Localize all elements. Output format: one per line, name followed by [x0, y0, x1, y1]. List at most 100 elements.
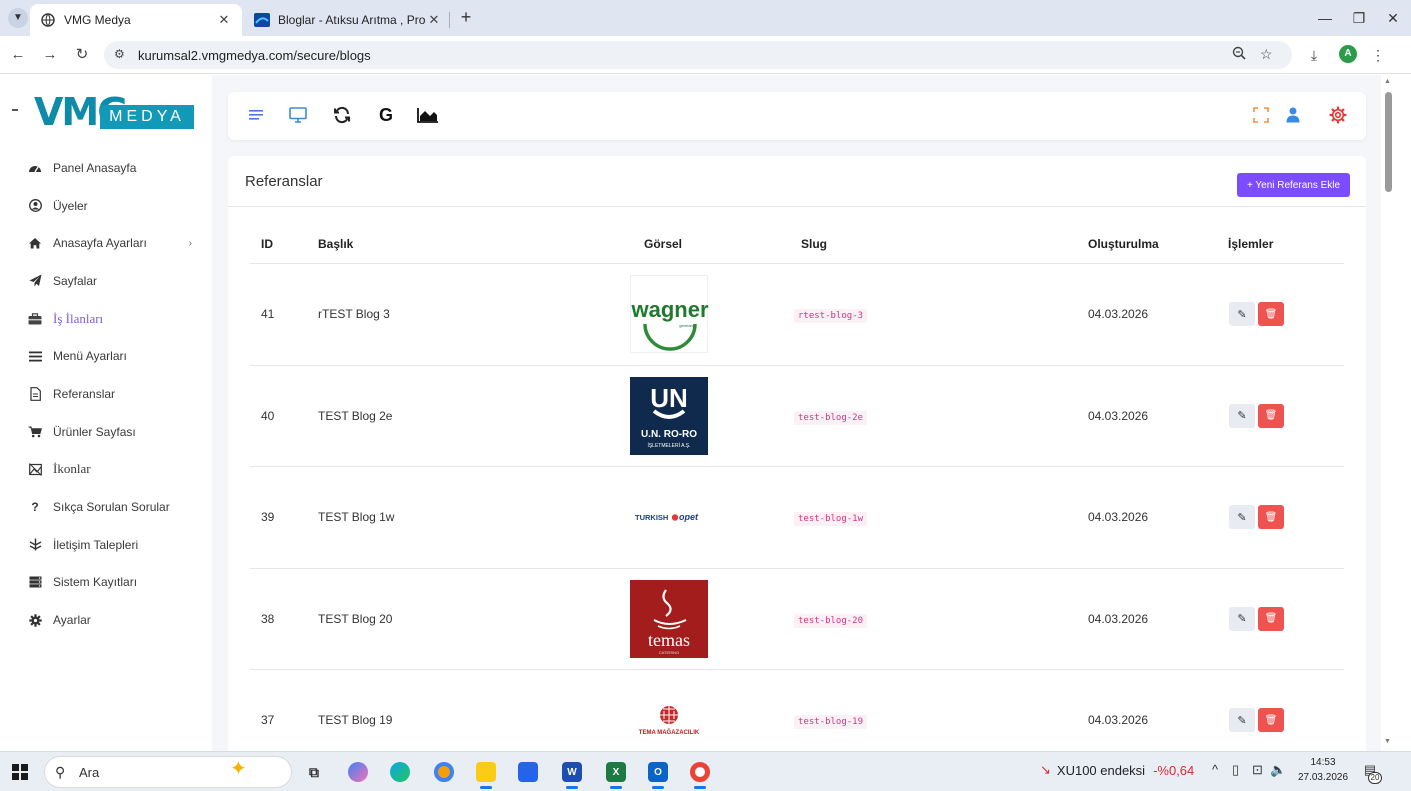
store-icon[interactable]: [514, 758, 542, 786]
browser-tab-vmg-medya[interactable]: VMG Medya ✕: [30, 4, 242, 36]
stock-ticker[interactable]: ↘ XU100 endeksi -%0,64: [1040, 762, 1194, 778]
area-chart-icon[interactable]: [417, 104, 439, 126]
sidebar-item-sss[interactable]: ? Sıkça Sorulan Sorular: [0, 488, 212, 526]
outlook-icon[interactable]: O: [644, 758, 672, 789]
chrome-icon[interactable]: [686, 758, 714, 789]
sidebar-item-anasayfa-ayarlari[interactable]: Anasayfa Ayarları ›: [0, 224, 212, 262]
notification-icon[interactable]: ▤ 20: [1360, 762, 1382, 784]
server-icon: [28, 575, 42, 589]
volume-icon[interactable]: 🔈: [1270, 762, 1286, 778]
tab-close-icon[interactable]: ✕: [216, 12, 232, 28]
copilot-sparkle-icon[interactable]: ✦: [230, 756, 247, 781]
sidebar-item-sayfalar[interactable]: Sayfalar: [0, 262, 212, 300]
browser-toolbar: ← → ↻ ⚙ kurumsal2.vmgmedya.com/secure/bl…: [0, 36, 1411, 74]
profile-avatar[interactable]: A: [1339, 45, 1357, 63]
sidebar-item-sistem-kayitlari[interactable]: Sistem Kayıtları: [0, 564, 212, 602]
browser-tab-bloglar[interactable]: Bloglar - Atıksu Arıtma , Proses ✕: [244, 4, 452, 36]
sidebar-item-menu-ayarlari[interactable]: Menü Ayarları: [0, 337, 212, 375]
delete-button[interactable]: 🗑: [1258, 505, 1284, 530]
notification-badge: 20: [1368, 772, 1382, 784]
cart-icon: [28, 425, 42, 439]
windows-start-icon[interactable]: [12, 764, 28, 780]
forward-arrow-icon[interactable]: →: [40, 45, 60, 65]
opet-wordmark: opet: [679, 512, 699, 522]
sidebar-item-label: İş İlanları: [53, 310, 104, 326]
edit-button[interactable]: ✎: [1229, 505, 1255, 530]
taskbar-search[interactable]: ⚲ Ara: [44, 756, 292, 788]
delete-button[interactable]: 🗑: [1258, 606, 1284, 631]
edge-browser-icon[interactable]: [386, 758, 414, 786]
new-tab-button[interactable]: +: [455, 7, 477, 29]
table-row: 37 TEST Blog 19 TEMA MAĞAZACILIK test-bl…: [250, 670, 1344, 751]
edit-button[interactable]: ✎: [1229, 403, 1255, 428]
delete-button[interactable]: 🗑: [1258, 302, 1284, 327]
unroro-name: U.N. RO-RO: [641, 429, 697, 440]
sidebar-item-iletisim-talepleri[interactable]: İletişim Talepleri: [0, 526, 212, 564]
restore-icon[interactable]: ❐: [1341, 6, 1377, 30]
sidebar-item-urunler-sayfasi[interactable]: Ürünler Sayfası: [0, 413, 212, 451]
vmg-medya-logo[interactable]: VMG MEDYA: [12, 93, 202, 133]
fullscreen-icon[interactable]: [1250, 104, 1272, 126]
task-view-icon[interactable]: ⧉: [300, 758, 328, 786]
logo-text: MEDYA: [100, 105, 194, 129]
sidebar-item-is-ilanlari[interactable]: İş İlanları: [0, 300, 212, 338]
minimize-icon[interactable]: —: [1307, 6, 1343, 30]
delete-button[interactable]: 🗑: [1258, 403, 1284, 428]
battery-icon[interactable]: ▯: [1232, 762, 1239, 778]
sidebar-item-referanslar[interactable]: Referanslar: [0, 375, 212, 413]
slug-code: rtest-blog-3: [794, 309, 868, 324]
row-slug: test-blog-20: [794, 612, 868, 628]
add-reference-button[interactable]: + Yeni Referans Ekle: [1237, 173, 1350, 197]
bookmark-star-icon[interactable]: ☆: [1260, 46, 1273, 63]
tab-close-icon[interactable]: ✕: [426, 12, 442, 28]
sidebar-item-ikonlar[interactable]: İkonlar: [0, 451, 212, 489]
chevron-up-icon[interactable]: ^: [1212, 762, 1218, 777]
reload-icon[interactable]: ↻: [72, 45, 92, 65]
word-icon[interactable]: W: [558, 758, 586, 789]
edit-button[interactable]: ✎: [1229, 606, 1255, 631]
temas-wordmark: temas: [648, 630, 690, 650]
browser-tab-strip: ▼ VMG Medya ✕ Bloglar - Atıksu Arıtma , …: [0, 0, 1411, 36]
pencil-icon: ✎: [1237, 308, 1247, 321]
close-window-icon[interactable]: ✕: [1375, 6, 1411, 30]
scroll-thumb[interactable]: [1385, 92, 1392, 192]
trash-icon: 🗑: [1264, 613, 1278, 625]
excel-icon[interactable]: X: [602, 758, 630, 789]
edit-button[interactable]: ✎: [1229, 302, 1255, 327]
sidebar-item-label: Menü Ayarları: [53, 349, 127, 364]
row-id: 39: [261, 510, 275, 525]
column-header-id: ID: [261, 237, 273, 251]
download-icon[interactable]: ⤓: [1304, 45, 1324, 65]
site-info-icon[interactable]: ⚙: [114, 47, 125, 61]
row-slug: test-blog-19: [794, 713, 868, 730]
address-bar[interactable]: ⚙ kurumsal2.vmgmedya.com/secure/blogs ☆: [104, 41, 1292, 69]
card-divider: [228, 206, 1366, 207]
monitor-icon[interactable]: [287, 104, 309, 126]
scroll-up-icon[interactable]: ▲: [1384, 78, 1391, 85]
trash-icon: 🗑: [1264, 410, 1278, 422]
google-icon[interactable]: G: [375, 104, 397, 126]
sidebar-item-uyeler[interactable]: Üyeler: [0, 187, 212, 225]
file-explorer-icon[interactable]: [472, 758, 500, 789]
sidebar-item-ayarlar[interactable]: Ayarlar: [0, 601, 212, 639]
copilot-icon[interactable]: [344, 758, 372, 786]
tab-list-chevron-icon[interactable]: ▼: [8, 8, 28, 28]
user-icon[interactable]: [1282, 104, 1304, 126]
unroro-subtext: İŞLETMELERİ A.Ş.: [647, 442, 690, 449]
scroll-down-icon[interactable]: ▼: [1384, 738, 1391, 745]
delete-button[interactable]: 🗑: [1258, 708, 1284, 733]
zoom-icon[interactable]: [1232, 46, 1246, 63]
menu-lines-icon[interactable]: [245, 104, 267, 126]
edit-button[interactable]: ✎: [1229, 708, 1255, 733]
clock[interactable]: 14:53 27.03.2026: [1296, 755, 1350, 785]
network-icon[interactable]: ⊡: [1252, 762, 1263, 778]
page-scrollbar[interactable]: ▲ ▼: [1381, 75, 1411, 751]
settings-gear-icon[interactable]: [1327, 104, 1349, 126]
sync-icon[interactable]: [331, 104, 353, 126]
back-arrow-icon[interactable]: ←: [8, 45, 28, 65]
more-menu-icon[interactable]: ⋮: [1368, 45, 1388, 65]
sidebar-item-panel-anasayfa[interactable]: Panel Anasayfa: [0, 149, 212, 187]
tab-title: VMG Medya: [64, 13, 131, 27]
url-text[interactable]: kurumsal2.vmgmedya.com/secure/blogs: [138, 48, 371, 63]
chrome-alt-icon[interactable]: [430, 758, 458, 786]
